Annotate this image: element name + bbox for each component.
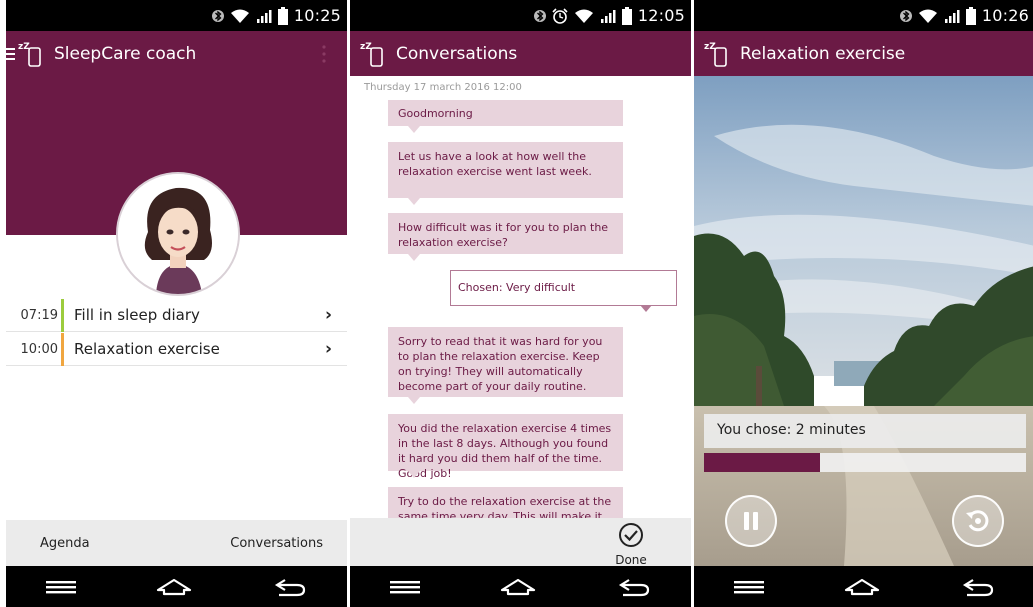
status-time: 10:25	[293, 6, 341, 25]
bluetooth-icon	[211, 9, 224, 22]
system-nav-bar	[694, 566, 1033, 607]
bottom-tab-bar: Agenda Conversations	[6, 520, 347, 566]
back-icon[interactable]	[961, 576, 995, 598]
sleep-phone-logo-icon: zZ	[18, 42, 41, 67]
agenda-item-relaxation[interactable]: 10:00 Relaxation exercise ›	[6, 332, 347, 366]
app-bar: zZ Relaxation exercise	[694, 31, 1033, 76]
check-circle-icon	[619, 523, 643, 547]
bluetooth-icon	[899, 9, 912, 22]
status-time: 12:05	[637, 6, 685, 25]
wifi-icon	[918, 9, 937, 23]
coach-message: Try to do the relaxation exercise at the…	[388, 487, 623, 518]
beach-background-image: You chose: 2 minutes	[694, 76, 1033, 566]
alarm-icon	[552, 7, 568, 24]
back-icon[interactable]	[273, 576, 307, 598]
signal-icon	[944, 9, 960, 23]
battery-icon	[965, 6, 976, 25]
replay-icon	[966, 510, 989, 532]
home-icon[interactable]	[156, 577, 192, 597]
beach-scene-illustration	[694, 76, 1033, 566]
recent-apps-icon[interactable]	[46, 579, 77, 595]
status-bar: 10:25	[6, 0, 347, 31]
coach-avatar	[116, 172, 240, 296]
app-title: SleepCare coach	[54, 43, 197, 64]
sleep-phone-logo-icon: zZ	[360, 42, 383, 67]
app-bar: zZ SleepCare coach	[6, 31, 347, 76]
done-label: Done	[615, 553, 647, 567]
screen-sleepcare-coach: 10:25 zZ SleepCare coach 07:19 Fill in s…	[6, 0, 347, 607]
tab-conversations[interactable]: Conversations	[230, 536, 323, 551]
bluetooth-icon	[533, 9, 546, 22]
home-icon[interactable]	[844, 577, 880, 597]
coach-avatar-icon	[118, 174, 238, 294]
signal-icon	[600, 9, 616, 23]
app-title: Relaxation exercise	[740, 43, 906, 64]
pause-button[interactable]	[725, 495, 777, 547]
menu-icon[interactable]	[6, 46, 16, 62]
agenda-accent-bar	[61, 298, 64, 332]
user-reply: Chosen: Very difficult	[450, 270, 677, 312]
battery-icon	[277, 6, 288, 25]
agenda-time: 07:19	[20, 307, 58, 323]
status-bar: 10:26	[694, 0, 1033, 31]
status-bar: 12:05	[350, 0, 691, 31]
signal-icon	[256, 9, 272, 23]
done-bar: Done	[350, 518, 691, 567]
status-time: 10:26	[981, 6, 1029, 25]
conversation-thread[interactable]: Thursday 17 march 2016 12:00 Goodmorning…	[350, 76, 691, 518]
chosen-duration-box: You chose: 2 minutes	[704, 414, 1026, 448]
home-icon[interactable]	[500, 577, 536, 597]
replay-button[interactable]	[952, 495, 1004, 547]
screen-conversations: 12:05 zZ Conversations Thursday 17 march…	[350, 0, 691, 607]
agenda-label: Fill in sleep diary	[74, 306, 200, 324]
sleep-phone-logo-icon: zZ	[704, 42, 727, 67]
overflow-menu-icon[interactable]	[321, 44, 327, 64]
system-nav-bar	[6, 566, 347, 607]
exercise-progress-fill	[704, 453, 820, 472]
conversation-date: Thursday 17 march 2016 12:00	[364, 82, 522, 93]
chevron-right-icon: ›	[325, 305, 333, 325]
coach-message: You did the relaxation exercise 4 times …	[388, 414, 623, 480]
recent-apps-icon[interactable]	[390, 579, 421, 595]
chevron-right-icon: ›	[325, 339, 333, 359]
wifi-icon	[574, 9, 593, 23]
app-title: Conversations	[396, 43, 518, 64]
coach-message: Goodmorning	[388, 100, 623, 133]
tab-agenda[interactable]: Agenda	[40, 536, 90, 551]
wifi-icon	[230, 9, 249, 23]
battery-icon	[621, 6, 632, 25]
done-button[interactable]: Done	[611, 522, 651, 567]
agenda-time: 10:00	[20, 341, 58, 357]
pause-icon	[744, 512, 758, 530]
agenda-label: Relaxation exercise	[74, 340, 220, 358]
agenda-item-sleep-diary[interactable]: 07:19 Fill in sleep diary ›	[6, 298, 347, 332]
exercise-progress-bar	[704, 453, 1026, 472]
system-nav-bar	[350, 566, 691, 607]
coach-message: How difficult was it for you to plan the…	[388, 213, 623, 261]
app-bar: zZ Conversations	[350, 31, 691, 76]
screen-relaxation-exercise: 10:26 zZ Relaxation exercise You chose: …	[694, 0, 1033, 607]
recent-apps-icon[interactable]	[734, 579, 765, 595]
coach-message: Let us have a look at how well the relax…	[388, 142, 623, 205]
agenda-accent-bar	[61, 332, 64, 366]
coach-message: Sorry to read that it was hard for you t…	[388, 327, 623, 404]
back-icon[interactable]	[617, 576, 651, 598]
